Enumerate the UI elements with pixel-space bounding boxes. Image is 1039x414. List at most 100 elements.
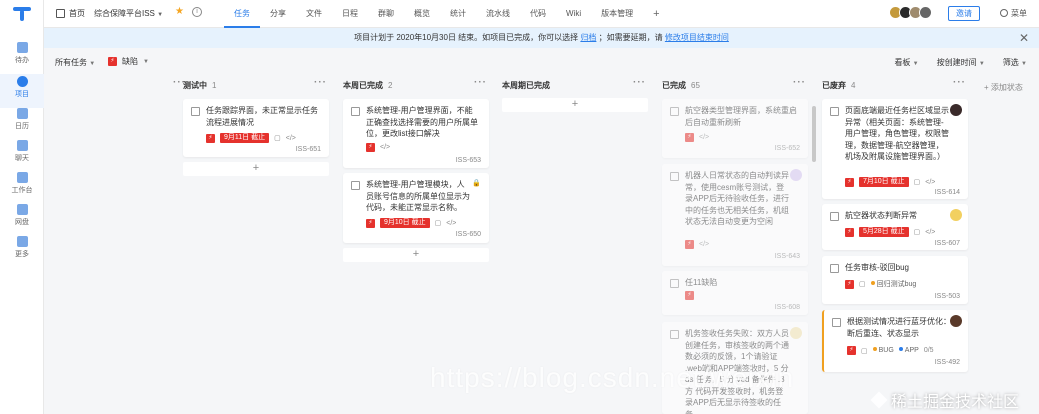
subtask-icon: ▢ [913,229,921,236]
task-checkbox[interactable] [830,107,839,116]
extend-project-link[interactable]: 修改项目结束时间 [665,33,729,42]
close-icon[interactable]: ✕ [1019,28,1029,48]
task-card[interactable]: 系统管理-用户管理界面，不能正确查找选择需要的用户所属单位，更改list接口解决… [343,99,489,168]
tab-stats[interactable]: 统计 [440,0,476,28]
avatar [790,169,802,181]
task-card[interactable]: 机器人日常状态的自动判读异常，使用cesm账号测试，登录APP后无待验收任务，进… [662,164,808,266]
task-checkbox[interactable] [191,107,200,116]
bug-icon: ⚡ [845,177,854,187]
subtask-icon: ▢ [913,179,921,186]
chevron-down-icon: ▼ [143,58,149,65]
code-icon: </> [925,178,936,186]
task-card[interactable]: 任务跟踪界面，未正常显示任务流程进展情况 ⚡ 9月11日 截止 ▢ </> ISS-6… [183,99,329,157]
more-icon[interactable]: ··· [314,77,327,88]
bug-icon: ⚡ [685,133,694,142]
tab-pipeline[interactable]: 流水线 [476,0,520,28]
task-checkbox[interactable] [670,107,679,116]
task-checkbox[interactable] [832,318,841,327]
tab-overview[interactable]: 概览 [404,0,440,28]
rail-item-more[interactable]: 更多 [0,234,44,268]
task-checkbox[interactable] [670,279,679,288]
home-link[interactable]: 首页 [56,8,85,19]
column-abandoned: 已废弃 4 ··· 页面底端最近任务栏区域显示异常（相关页面：系统管理-用户管理，角… [822,74,970,414]
more-icon[interactable]: ··· [474,77,487,88]
more-icon[interactable]: ··· [793,77,806,88]
subtask-icon: ▢ [274,135,281,142]
chevron-down-icon: ▼ [978,61,985,67]
rail-item-todo[interactable]: 待办 [0,40,44,74]
task-checkbox[interactable] [670,330,679,339]
add-card-button[interactable]: + [183,162,329,176]
avatar [950,104,962,116]
task-card[interactable]: 航空器类型管理界面，系统重启后自动重新刷新 ⚡ </> ISS-652 [662,99,808,158]
tab-wiki[interactable]: Wiki [556,0,591,28]
task-card[interactable]: 根据测试情况进行蓝牙优化：断后重连、状态显示 ⚡ ▢ BUG APP 0/5 ISS-4… [822,310,968,372]
bug-icon: ⚡ [685,291,694,300]
tag-label: BUG [872,347,894,354]
avatar [790,327,802,339]
column-header: 测试中 1 ··· [183,77,327,90]
rail-item-workbench[interactable]: 工作台 [0,170,44,204]
due-date-badge: 5月28日 截止 [859,227,909,237]
tab-code[interactable]: 代码 [520,0,556,28]
tab-share[interactable]: 分享 [260,0,296,28]
app-logo-icon[interactable] [13,7,31,21]
rail-item-drive[interactable]: 网盘 [0,202,44,236]
tab-schedule[interactable]: 日程 [332,0,368,28]
tab-files[interactable]: 文件 [296,0,332,28]
top-bar: 首页 综合保障平台ISS ▼ ★ i 任务 分享 文件 日程 群聊 概览 统计 … [44,0,1039,28]
more-icon[interactable]: ··· [953,77,966,88]
avatar [950,315,962,327]
project-end-notice: 项目计划于 2020年10月30日 结束。如项目已完成，你可以选择 归档 ；如需… [44,28,1039,48]
chat-icon [16,140,28,151]
task-checkbox[interactable] [351,181,360,190]
tag-label: APP [898,347,919,354]
project-selector[interactable]: 综合保障平台ISS ▼ [94,8,163,19]
bug-type-filter[interactable]: ⚡ 缺陷 ▼ [108,56,149,67]
code-icon: </> [699,241,710,248]
tab-tasks[interactable]: 任务 [224,0,260,28]
add-card-button[interactable]: + [502,98,648,112]
view-mode-dropdown[interactable]: 看板 ▼ [894,57,918,68]
column-testing: 测试中 1 ··· 任务跟踪界面，未正常显示任务流程进展情况 ⚡ 9月11日 截止 ▢ <… [183,74,331,414]
info-icon[interactable]: i [192,7,202,17]
lock-icon: 🔒 [472,180,481,187]
column-header: 本周期已完成 ··· [502,77,646,90]
task-checkbox[interactable] [830,264,839,273]
rail-item-project[interactable]: 项目 [0,74,44,108]
tag-label: 回归测试bug [870,279,916,289]
add-state-button[interactable]: + 添加状态 [984,82,1023,93]
star-icon[interactable]: ★ [175,6,184,17]
rail-item-chat[interactable]: 聊天 [0,138,44,172]
column-scrollbar[interactable] [812,106,816,162]
tab-group-chat[interactable]: 群聊 [368,0,404,28]
subtask-icon: ▢ [859,281,866,288]
task-checkbox[interactable] [351,107,360,116]
task-card[interactable]: 任11缺陷 ⚡ ISS-608 [662,271,808,315]
filter-dropdown[interactable]: 筛选 ▼ [1003,57,1027,68]
task-card[interactable]: 系统管理-用户管理模块，人员账号信息的所属单位显示为代码，未能正常显示名称。 🔒… [343,173,489,243]
sort-dropdown[interactable]: 按创建时间 ▼ [937,57,985,68]
menu-button[interactable]: 菜单 [1000,8,1027,19]
task-checkbox[interactable] [830,212,839,221]
task-card[interactable]: 页面底端最近任务栏区域显示异常（相关页面：系统管理-用户管理，角色管理，权限管理… [822,99,968,199]
rail-item-calendar[interactable]: 日历 [0,106,44,140]
task-filter-dropdown[interactable]: 所有任务 ▼ [55,57,95,68]
home-icon [56,9,65,18]
column-header: 本周已完成 2 ··· [343,77,487,90]
add-tab-button[interactable]: + [643,0,669,28]
member-avatars[interactable] [889,6,932,19]
add-card-button[interactable]: + [343,248,489,262]
bug-icon: ⚡ [685,240,694,249]
archive-link[interactable]: 归档 [580,33,596,42]
gear-icon [1000,9,1008,17]
task-card[interactable]: 航空器状态判断异常 ⚡ 5月28日 截止 ▢ </> ISS-607 [822,204,968,250]
more-icon[interactable]: ··· [633,77,646,88]
tab-version[interactable]: 版本管理 [591,0,643,28]
bug-icon: ⚡ [108,57,117,66]
task-card[interactable]: 任务审核-驳回bug ⚡ ▢ 回归测试bug ISS-503 [822,256,968,304]
task-checkbox[interactable] [670,172,679,181]
todo-icon [16,42,28,53]
chevron-down-icon: ▼ [157,12,164,18]
invite-button[interactable]: 邀请 [948,6,980,21]
